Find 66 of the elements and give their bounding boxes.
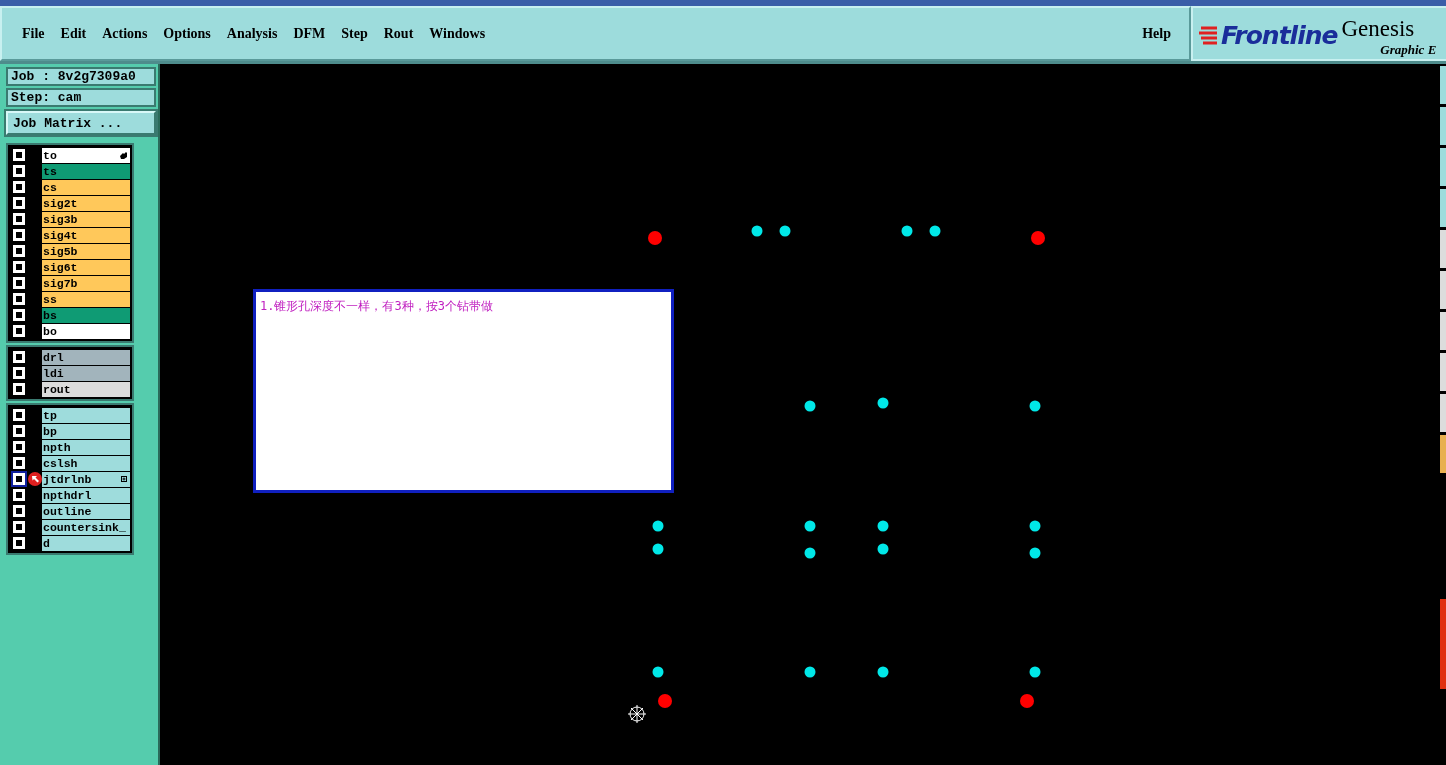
layer-name[interactable]: d bbox=[42, 535, 130, 551]
layer-checkbox[interactable] bbox=[13, 505, 25, 517]
layer-name[interactable]: outline bbox=[42, 503, 130, 519]
layer-name[interactable]: sig3b bbox=[42, 211, 130, 227]
menu-item[interactable]: Analysis bbox=[218, 25, 286, 42]
layer-name[interactable]: rout bbox=[42, 381, 130, 397]
step-label: Step: cam bbox=[6, 88, 156, 107]
layer-checkbox[interactable] bbox=[13, 489, 25, 501]
job-matrix-button[interactable]: Job Matrix ... bbox=[6, 111, 156, 135]
logo: Frontline bbox=[1221, 21, 1338, 50]
layer-name[interactable]: ldi bbox=[42, 365, 130, 381]
layer-checkbox[interactable] bbox=[13, 367, 25, 379]
layer-name[interactable]: cslsh bbox=[42, 455, 130, 471]
layer-checkbox[interactable] bbox=[13, 261, 25, 273]
layer-name[interactable]: npth bbox=[42, 439, 130, 455]
help-menu[interactable]: Help bbox=[1142, 25, 1171, 42]
layer-checkbox[interactable] bbox=[13, 537, 25, 549]
layer-checkbox[interactable] bbox=[13, 229, 25, 241]
layer-name[interactable]: to bbox=[42, 147, 130, 163]
layer-name[interactable]: bp bbox=[42, 423, 130, 439]
menu-item[interactable]: File bbox=[14, 25, 53, 42]
layer-name[interactable]: bs bbox=[42, 307, 130, 323]
menu-item[interactable]: Rout bbox=[375, 25, 422, 42]
layer-name[interactable]: sig7b bbox=[42, 275, 130, 291]
layer-name[interactable]: sig2t bbox=[42, 195, 130, 211]
layer-checkbox[interactable] bbox=[13, 441, 25, 453]
menu-item[interactable]: DFM bbox=[285, 25, 334, 42]
layer-checkbox[interactable] bbox=[13, 181, 25, 193]
layer-checkbox[interactable] bbox=[13, 197, 25, 209]
speed-lines-icon bbox=[1199, 26, 1217, 46]
layer-name[interactable]: npthdrl bbox=[42, 487, 130, 503]
menu-item[interactable]: Step bbox=[333, 25, 376, 42]
crosshair-icon bbox=[627, 704, 647, 724]
layer-name[interactable]: ts bbox=[42, 163, 130, 179]
menu-item[interactable]: Options bbox=[155, 25, 219, 42]
layer-name[interactable]: ss bbox=[42, 291, 130, 307]
layer-name[interactable]: drl bbox=[42, 349, 130, 365]
layer-name[interactable]: countersink_ bbox=[42, 519, 130, 535]
layer-name[interactable]: sig6t bbox=[42, 259, 130, 275]
layer-name[interactable]: sig5b bbox=[42, 243, 130, 259]
layer-name[interactable]: bo bbox=[42, 323, 130, 339]
layer-checkbox[interactable] bbox=[13, 245, 25, 257]
menu-item[interactable]: Actions bbox=[94, 25, 156, 42]
layer-checkbox[interactable] bbox=[13, 277, 25, 289]
layer-checkbox[interactable] bbox=[13, 425, 25, 437]
job-label: Job : 8v2g7309a0 bbox=[6, 67, 156, 86]
layer-checkbox[interactable] bbox=[13, 457, 25, 469]
layer-checkbox[interactable] bbox=[13, 293, 25, 305]
layer-checkbox[interactable] bbox=[13, 325, 25, 337]
layer-checkbox[interactable] bbox=[13, 383, 25, 395]
layer-checkbox[interactable] bbox=[13, 149, 25, 161]
layer-checkbox[interactable] bbox=[13, 309, 25, 321]
layer-checkbox[interactable] bbox=[13, 351, 25, 363]
layer-checkbox[interactable] bbox=[13, 165, 25, 177]
layer-name[interactable]: tp bbox=[42, 407, 130, 423]
layer-checkbox[interactable] bbox=[13, 213, 25, 225]
layer-name[interactable]: jtdrlnb bbox=[42, 471, 130, 487]
layer-name[interactable]: sig4t bbox=[42, 227, 130, 243]
note-text: 1.锥形孔深度不一样，有3种，按3个钻带做 bbox=[260, 299, 493, 313]
product-subtitle: Graphic E bbox=[1380, 42, 1437, 58]
menu-item[interactable]: Windows bbox=[421, 25, 494, 42]
layer-checkbox[interactable] bbox=[13, 521, 25, 533]
product-name: Genesis bbox=[1341, 16, 1415, 42]
menu-item[interactable]: Edit bbox=[52, 25, 95, 42]
layer-name[interactable]: cs bbox=[42, 179, 130, 195]
layer-checkbox[interactable] bbox=[13, 409, 25, 421]
